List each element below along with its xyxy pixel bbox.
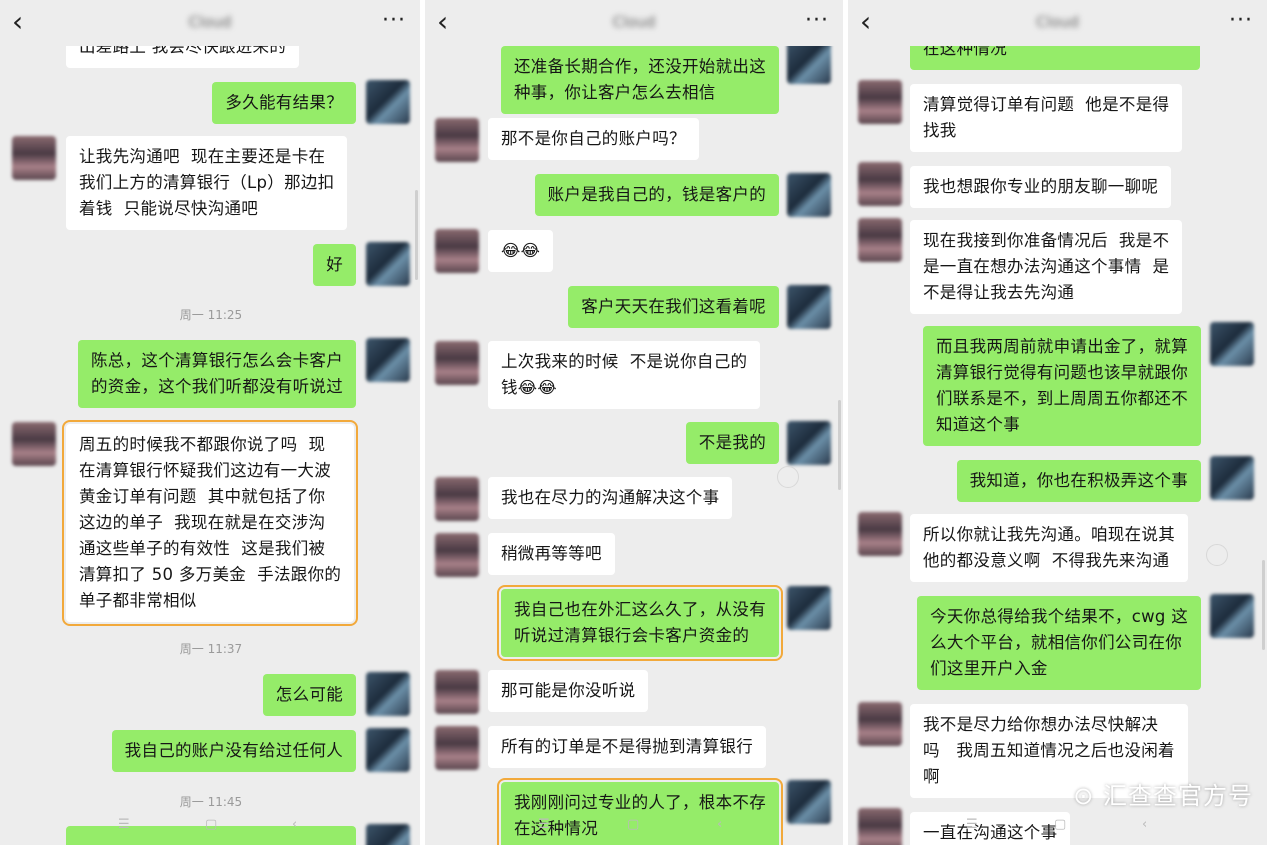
menu-icon[interactable]: ☰ <box>538 817 550 832</box>
chat-title: Cloud <box>612 13 656 31</box>
avatar[interactable] <box>787 40 831 84</box>
avatar[interactable] <box>435 533 479 577</box>
chat-header: ‹ Cloud ··· <box>425 0 843 46</box>
scrollbar[interactable] <box>415 190 418 280</box>
message-bubble-highlighted: 周五的时候我不都跟你说了吗 现 在清算银行怀疑我们这边有一大波 黄金订单有问题 … <box>61 420 359 626</box>
avatar[interactable] <box>435 670 479 714</box>
message-bubble-highlighted: 我自己也在外汇这么久了，从没有 听说过清算银行会卡客户资金的 <box>497 585 783 661</box>
avatar[interactable] <box>787 285 831 329</box>
chat-title: Cloud <box>1036 13 1079 31</box>
message-bubble: 账户是我自己的，钱是客户的 <box>534 174 779 216</box>
chat-title: Cloud <box>188 13 232 31</box>
avatar[interactable] <box>366 80 410 124</box>
avatar[interactable] <box>366 728 410 772</box>
more-dots-icon[interactable]: ··· <box>805 8 829 33</box>
message-bubble: 所以你就让我先沟通。咱现在说其 他的都没意义啊 不得我先来沟通 <box>910 514 1188 582</box>
message-bubble: 多久能有结果？ <box>212 82 356 124</box>
message-bubble: 稍微再等等吧 <box>488 533 615 575</box>
message-bubble: 还准备长期合作，还没开始就出这 种事，你让客户怎么去相信 <box>501 46 779 114</box>
message-bubble: 不是我的 <box>685 422 779 464</box>
system-nav-bar: ☰ ▢ ‹ <box>425 817 843 837</box>
scrollbar[interactable] <box>838 400 841 490</box>
chat-header: ‹ Cloud ··· <box>848 0 1267 46</box>
avatar[interactable] <box>366 338 410 382</box>
avatar[interactable] <box>858 80 902 124</box>
system-nav-bar: ☰ ▢ ‹ <box>0 817 420 837</box>
avatar[interactable] <box>858 702 902 746</box>
avatar[interactable] <box>366 672 410 716</box>
message-bubble: 那不是你自己的账户吗？ <box>488 118 699 160</box>
chat-panel-1: ‹ Cloud ··· 出差路上 我会尽快跟进来的 多久能有结果？ 让我先沟通吧… <box>0 0 420 845</box>
message-bubble: 所有的订单是不是得抛到清算银行 <box>488 726 766 768</box>
scrollbar[interactable] <box>1262 560 1265 650</box>
avatar[interactable] <box>435 477 479 521</box>
avatar[interactable] <box>787 421 831 465</box>
message-bubble: 那可能是你没听说 <box>488 670 649 712</box>
message-bubble: 今天你总得给我个结果不，cwg 这 么大个平台，就相信你们公司在你 们这里开户入… <box>917 596 1201 690</box>
message-bubble: 我也想跟你专业的朋友聊一聊呢 <box>910 166 1172 208</box>
assistive-touch-icon[interactable] <box>777 466 799 488</box>
more-dots-icon[interactable]: ··· <box>382 8 406 33</box>
avatar[interactable] <box>12 422 56 466</box>
message-bubble: 而且我两周前就申请出金了，就算 清算银行觉得有问题也该早就跟你 们联系是不，到上… <box>923 326 1201 446</box>
watermark-text: 汇查查官方号 <box>1103 782 1253 810</box>
chat-header: ‹ Cloud ··· <box>0 0 420 46</box>
avatar[interactable] <box>12 136 56 180</box>
back-nav-icon[interactable]: ‹ <box>717 817 722 832</box>
message-bubble: 怎么可能 <box>262 674 356 716</box>
home-icon[interactable]: ▢ <box>1054 817 1066 832</box>
message-bubble: 我也在尽力的沟通解决这个事 <box>488 477 733 519</box>
timestamp: 周一 11:45 <box>179 795 243 809</box>
avatar[interactable] <box>858 162 902 206</box>
home-icon[interactable]: ▢ <box>627 817 639 832</box>
system-nav-bar: ☰ ▢ ‹ <box>848 817 1267 837</box>
chat-panel-2: ‹ Cloud ··· 还准备长期合作，还没开始就出这 种事，你让客户怎么去相信… <box>425 0 843 845</box>
weibo-icon: ⊙ <box>1073 782 1095 810</box>
timestamp: 周一 11:37 <box>179 642 243 656</box>
avatar[interactable] <box>435 229 479 273</box>
avatar[interactable] <box>787 586 831 630</box>
menu-icon[interactable]: ☰ <box>966 817 978 832</box>
avatar[interactable] <box>435 341 479 385</box>
avatar[interactable] <box>858 218 902 262</box>
menu-icon[interactable]: ☰ <box>118 817 130 832</box>
avatar[interactable] <box>435 118 479 162</box>
message-bubble: 陈总，这个清算银行怎么会卡客户 的资金，这个我们听都没有听说过 <box>78 340 356 408</box>
avatar[interactable] <box>787 173 831 217</box>
message-bubble: 好 <box>313 244 356 286</box>
message-bubble: 让我先沟通吧 现在主要还是卡在 我们上方的清算银行（Lp）那边扣 着钱 只能说尽… <box>66 136 348 230</box>
watermark: ⊙ 汇查查官方号 <box>1073 776 1253 811</box>
avatar[interactable] <box>1210 594 1254 638</box>
message-bubble: 我知道，你也在积极弄这个事 <box>956 460 1201 502</box>
message-bubble: 我自己的账户没有给过任何人 <box>111 730 356 772</box>
assistive-touch-icon[interactable] <box>1206 544 1228 566</box>
avatar[interactable] <box>1210 322 1254 366</box>
avatar[interactable] <box>1210 456 1254 500</box>
more-dots-icon[interactable]: ··· <box>1229 8 1253 33</box>
message-bubble: 客户天天在我们这看着呢 <box>568 286 779 328</box>
message-bubble: 现在我接到你准备情况后 我是不 是一直在想办法沟通这个事情 是 不是得让我去先沟… <box>910 220 1183 314</box>
avatar[interactable] <box>366 242 410 286</box>
message-bubble: 上次我来的时候 不是说你自己的 钱😂😂 <box>488 341 761 409</box>
back-nav-icon[interactable]: ‹ <box>292 817 297 832</box>
back-nav-icon[interactable]: ‹ <box>1142 817 1147 832</box>
avatar[interactable] <box>435 726 479 770</box>
home-icon[interactable]: ▢ <box>205 817 217 832</box>
message-bubble: 清算觉得订单有问题 他是不是得 找我 <box>910 84 1183 152</box>
avatar[interactable] <box>858 512 902 556</box>
chat-panel-3: ‹ Cloud ··· 在这种情况 清算觉得订单有问题 他是不是得 找我 我也想… <box>848 0 1267 845</box>
message-bubble: 😂😂 <box>488 230 554 272</box>
timestamp: 周一 11:25 <box>179 308 243 322</box>
